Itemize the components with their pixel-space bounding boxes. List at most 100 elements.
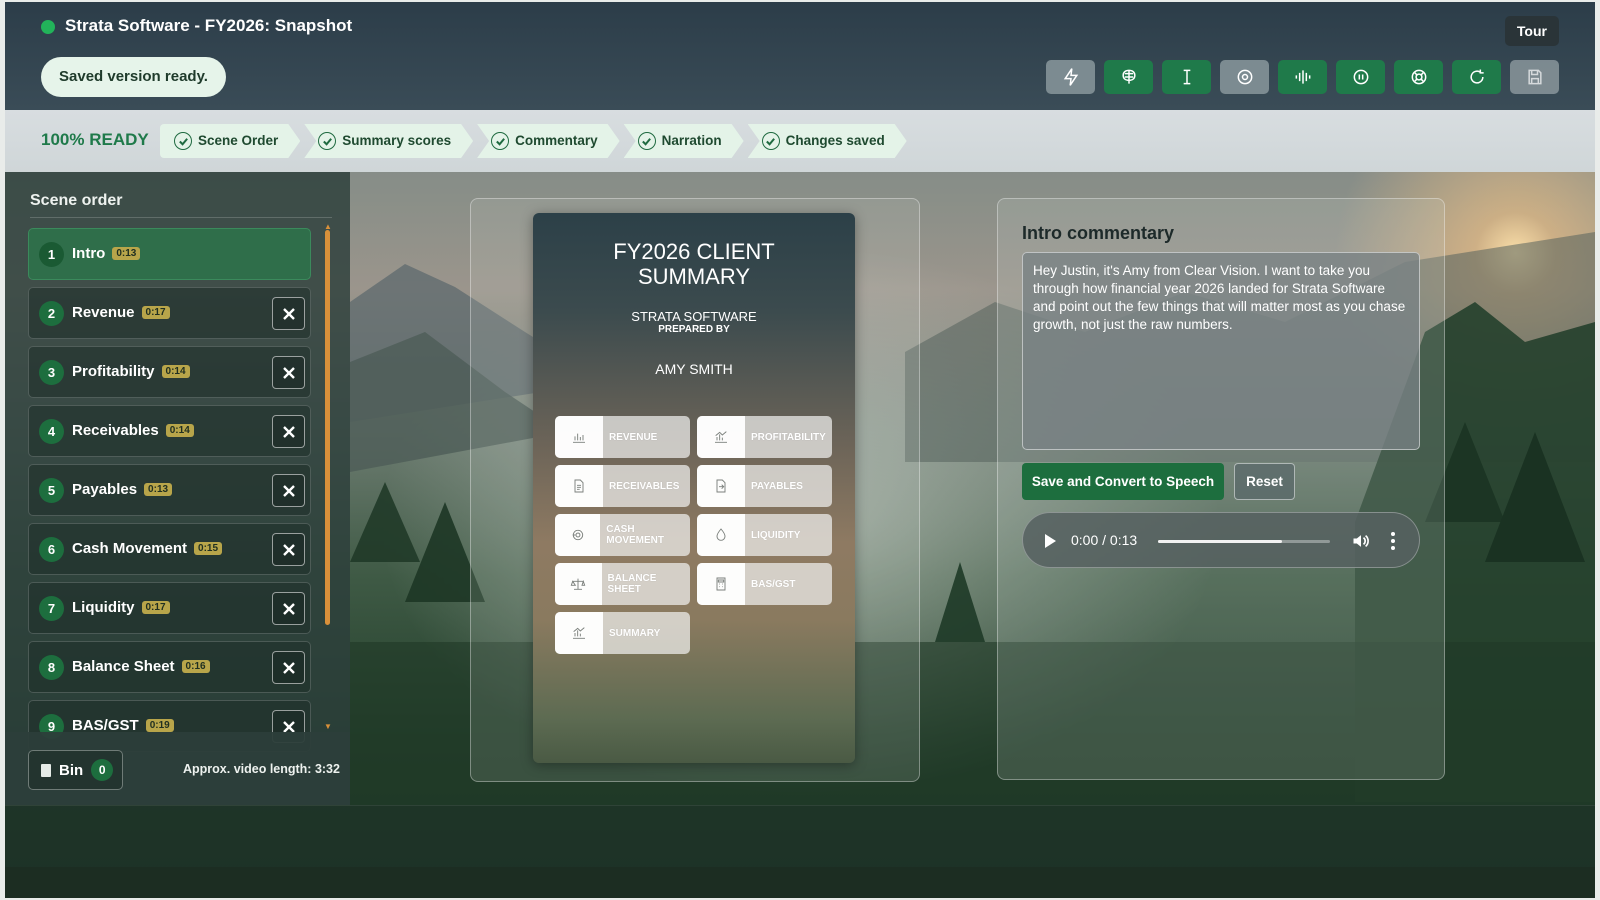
remove-scene-button[interactable] — [272, 592, 305, 625]
commentary-textarea[interactable] — [1022, 252, 1420, 450]
scene-label: Intro 0:13 — [72, 245, 141, 262]
tile-label: PROFITABILITY — [751, 431, 826, 443]
step-scene-order[interactable]: Scene Order — [160, 124, 300, 158]
tile-profitability[interactable]: PROFITABILITY — [697, 416, 832, 458]
slide-prepared-by: PREPARED BY — [658, 324, 730, 335]
audio-time: 0:00 / 0:13 — [1071, 532, 1138, 548]
remove-scene-button[interactable] — [272, 297, 305, 330]
remove-scene-button[interactable] — [272, 415, 305, 448]
text-button[interactable] — [1162, 60, 1211, 94]
record-button[interactable] — [1336, 60, 1385, 94]
remove-scene-button[interactable] — [272, 533, 305, 566]
slide-preview: FY2026 CLIENT SUMMARY STRATA SOFTWARE PR… — [533, 213, 855, 763]
lightning-button[interactable] — [1046, 60, 1095, 94]
trash-icon — [41, 763, 51, 777]
ready-label: 100% READY — [41, 130, 149, 149]
bin-button[interactable]: Bin 0 — [28, 750, 123, 790]
saved-status-pill: Saved version ready. — [41, 57, 226, 97]
scene-item-receivables[interactable]: 4 Receivables 0:14 — [28, 405, 311, 457]
scene-label: Profitability 0:14 — [72, 363, 190, 380]
tile-label: BAS/GST — [751, 578, 796, 590]
scene-item-intro[interactable]: 1 Intro 0:13 — [28, 228, 311, 280]
scene-label-text: Receivables — [72, 422, 159, 439]
scene-order-sidebar: Scene order 1 Intro 0:13 2 Revenue 0:17 3 Profi… — [5, 172, 350, 805]
save-toolbar-button[interactable] — [1510, 60, 1559, 94]
step-label: Summary scores — [342, 133, 452, 148]
remove-scene-button[interactable] — [272, 474, 305, 507]
audio-progress-fill — [1158, 540, 1282, 543]
text-cursor-icon — [1183, 69, 1190, 85]
scene-number: 1 — [39, 242, 64, 267]
audio-waveform-icon — [1295, 70, 1310, 84]
scene-label: Cash Movement 0:15 — [72, 540, 223, 557]
scene-label-text: Cash Movement — [72, 540, 188, 557]
scene-label-text: Liquidity — [72, 599, 135, 616]
scene-number: 3 — [39, 360, 64, 385]
bottom-bar — [5, 805, 1595, 867]
tour-button[interactable]: Tour — [1504, 16, 1559, 46]
refresh-button[interactable] — [1452, 60, 1501, 94]
scene-number: 2 — [39, 301, 64, 326]
tile-summary[interactable]: SUMMARY — [555, 612, 690, 654]
play-icon[interactable] — [1045, 534, 1056, 548]
reset-button[interactable]: Reset — [1234, 463, 1295, 500]
scrollbar[interactable] — [325, 230, 330, 625]
settings-button[interactable] — [1220, 60, 1269, 94]
tile-label: SUMMARY — [609, 627, 661, 639]
document-icon — [555, 465, 603, 507]
close-icon — [282, 661, 295, 674]
step-summary-scores[interactable]: Summary scores — [304, 124, 473, 158]
tile-bas-gst[interactable]: BAS/GST — [697, 563, 832, 605]
tile-label: RECEIVABLES — [609, 480, 680, 492]
close-icon — [282, 602, 295, 615]
scroll-down-icon[interactable]: ▼ — [324, 722, 332, 731]
step-changes-saved[interactable]: Changes saved — [748, 124, 907, 158]
check-circle-icon — [318, 132, 336, 150]
status-dot-icon — [41, 20, 55, 34]
step-narration[interactable]: Narration — [624, 124, 744, 158]
tile-cash-movement[interactable]: CASH MOVEMENT — [555, 514, 690, 556]
scene-duration-badge: 0:14 — [161, 365, 190, 378]
scene-number: 5 — [39, 478, 64, 503]
scene-item-profitability[interactable]: 3 Profitability 0:14 — [28, 346, 311, 398]
volume-icon[interactable] — [1351, 531, 1371, 551]
commentary-title: Intro commentary — [1022, 223, 1175, 243]
slide-section-tiles: REVENUE PROFITABILITY RECEIVABLES PAYABLES C… — [555, 416, 835, 654]
audio-player: 0:00 / 0:13 — [1022, 512, 1420, 568]
scene-item-payables[interactable]: 5 Payables 0:13 — [28, 464, 311, 516]
scene-item-cash-movement[interactable]: 6 Cash Movement 0:15 — [28, 523, 311, 575]
scene-item-balance-sheet[interactable]: 8 Balance Sheet 0:16 — [28, 641, 311, 693]
bin-count-badge: 0 — [91, 759, 114, 781]
brain-button[interactable] — [1104, 60, 1153, 94]
tile-revenue[interactable]: REVENUE — [555, 416, 690, 458]
save-convert-speech-button[interactable]: Save and Convert to Speech — [1022, 463, 1224, 500]
tile-balance-sheet[interactable]: BALANCE SHEET — [555, 563, 690, 605]
settings-icon — [1237, 69, 1252, 85]
scene-duration-badge: 0:15 — [194, 542, 223, 555]
remove-scene-button[interactable] — [272, 356, 305, 389]
progress-stepper: 100% READY Scene Order Summary scores Co… — [5, 110, 1595, 172]
help-button[interactable] — [1394, 60, 1443, 94]
tile-label: CASH MOVEMENT — [606, 524, 665, 546]
lightning-icon — [1063, 68, 1078, 86]
more-options-icon[interactable] — [1391, 532, 1395, 550]
tile-payables[interactable]: PAYABLES — [697, 465, 832, 507]
audio-progress-track[interactable] — [1158, 540, 1330, 543]
remove-scene-button[interactable] — [272, 651, 305, 684]
step-label: Commentary — [515, 133, 598, 148]
scene-label-text: Intro — [72, 245, 106, 262]
approx-video-length: Approx. video length: 3:32 — [183, 762, 340, 776]
tile-receivables[interactable]: RECEIVABLES — [555, 465, 690, 507]
scene-number: 7 — [39, 596, 64, 621]
scene-item-liquidity[interactable]: 7 Liquidity 0:17 — [28, 582, 311, 634]
scene-item-revenue[interactable]: 2 Revenue 0:17 — [28, 287, 311, 339]
step-commentary[interactable]: Commentary — [477, 124, 620, 158]
refresh-icon — [1469, 69, 1484, 84]
tile-liquidity[interactable]: LIQUIDITY — [697, 514, 832, 556]
chart-icon — [555, 416, 603, 458]
close-icon — [282, 484, 295, 497]
audio-button[interactable] — [1278, 60, 1327, 94]
divider — [30, 217, 332, 218]
record-icon — [1353, 69, 1368, 85]
top-header: Strata Software - FY2026: Snapshot Saved… — [5, 2, 1595, 110]
